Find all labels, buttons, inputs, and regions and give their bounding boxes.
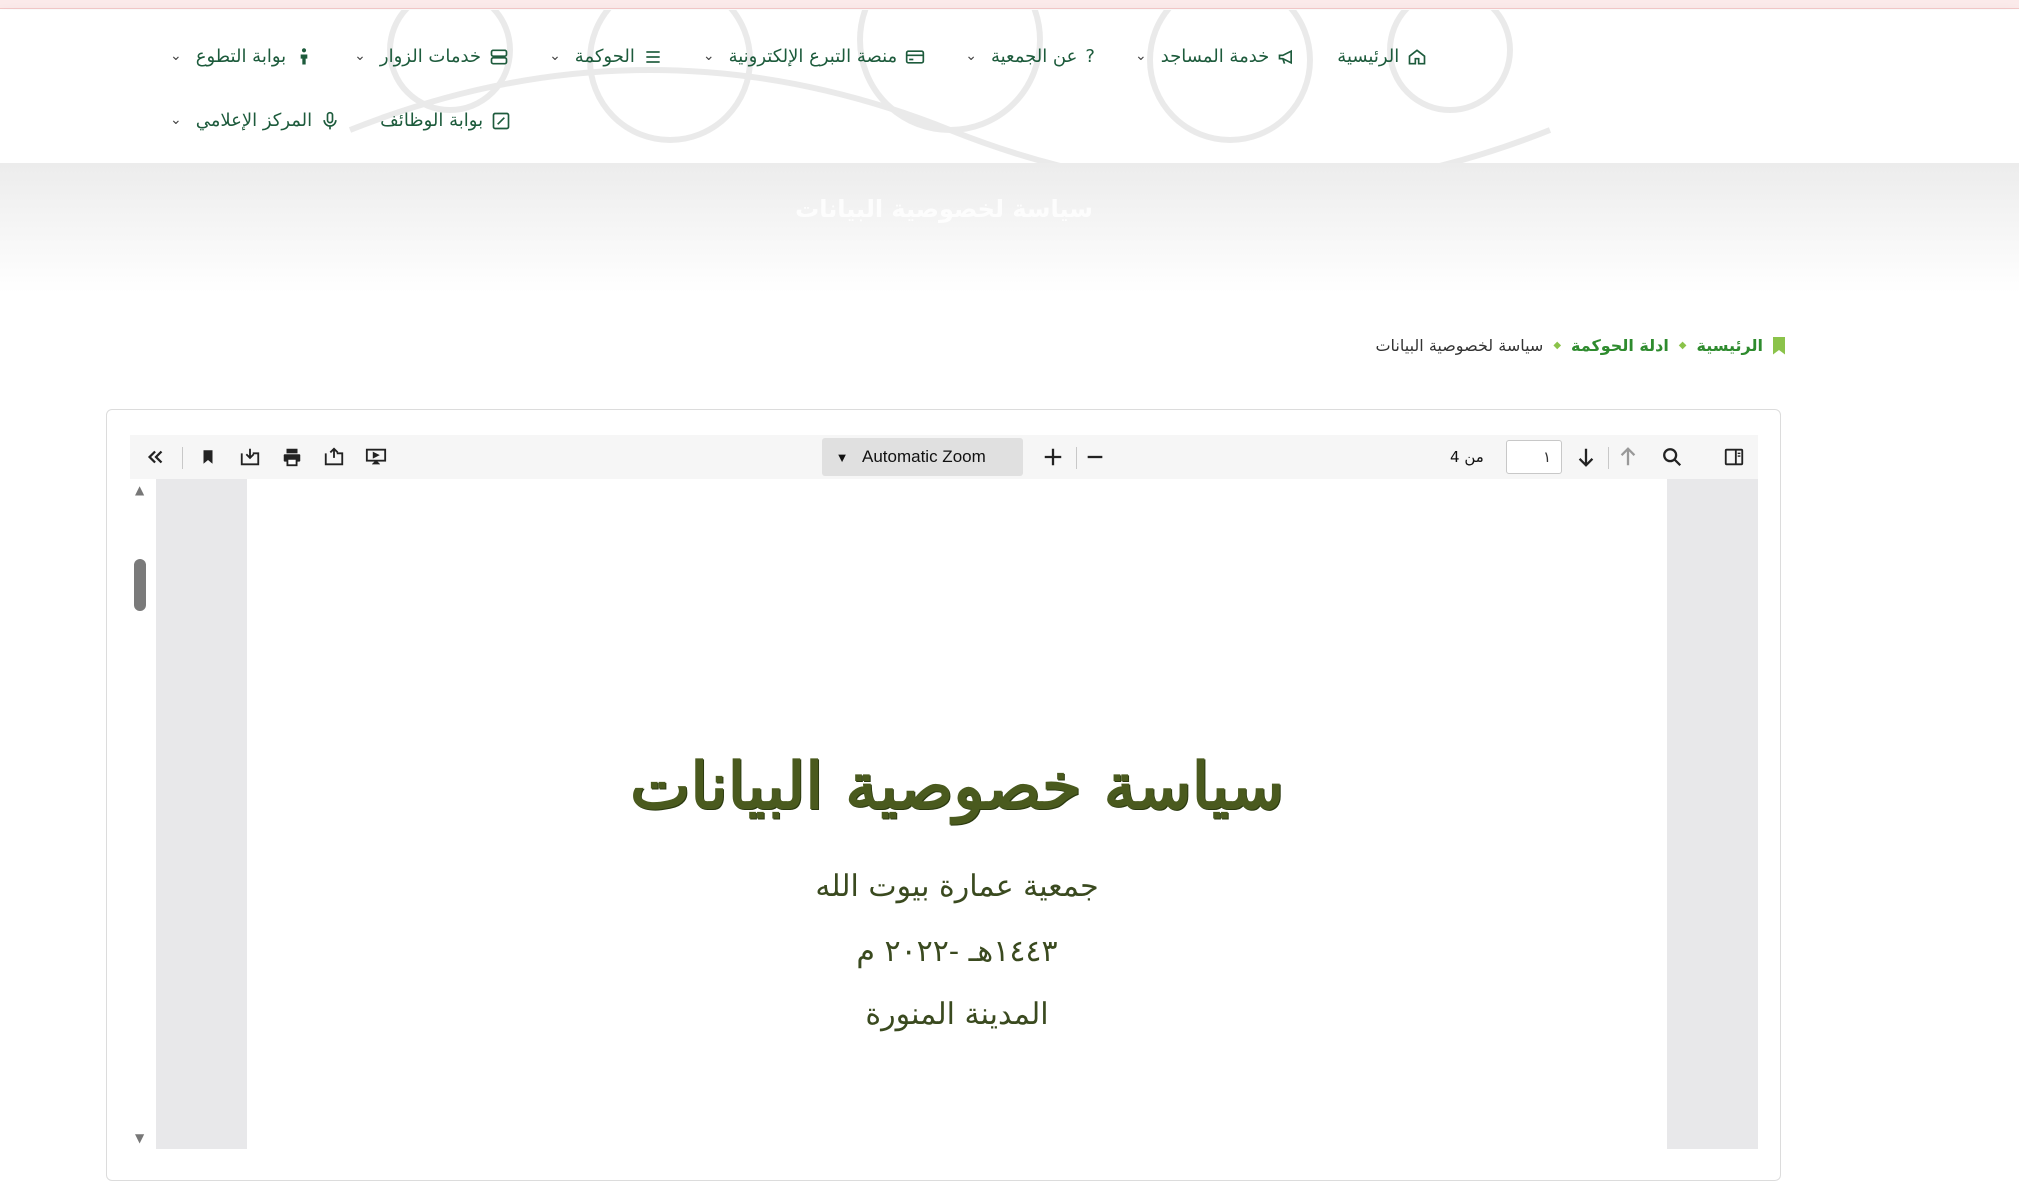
nav-item-governance[interactable]: الحوكمة ⌄ [549,38,663,75]
chevron-down-icon: ⌄ [354,47,366,64]
vertical-scrollbar[interactable]: ▲ ▼ [130,479,156,1149]
nav-item-label: الرئيسية [1337,46,1400,67]
document-title: سياسة خصوصية البيانات [630,749,1284,824]
pdf-viewer: ▼ Automatic Zoom من 4 ▲ ▼ [106,409,1781,1181]
download-icon[interactable] [234,441,266,473]
toolbar-separator [182,447,183,469]
presentation-mode-icon[interactable] [360,441,392,473]
chevron-down-icon: ⌄ [1134,47,1147,64]
main-nav-row-1: الرئيسية خدمة المساجد ⌄ ? عن الجمعية ⌄ م… [170,38,1426,75]
bookmark-flag-icon [1773,336,1785,355]
zoom-value: Automatic Zoom [862,447,986,466]
zoom-in-icon[interactable] [1037,441,1069,473]
home-icon [1408,48,1426,64]
breadcrumb-current: سياسة لخصوصية البيانات [1375,336,1544,355]
page-count-label: من 4 [1450,448,1484,466]
site-header: الرئيسية خدمة المساجد ⌄ ? عن الجمعية ⌄ م… [0,10,2019,163]
pdf-document-area[interactable]: ▲ ▼ سياسة خصوصية البيانات جمعية عمارة بي… [130,479,1758,1149]
chevron-down-icon: ⌄ [965,47,977,64]
nav-item-label: بوابة التطوع [195,46,287,67]
breadcrumb-separator: ◆ [1678,340,1687,351]
page-title: سياسة لخصوصية البيانات [795,195,1093,223]
nav-item-donation-platform[interactable]: منصة التبرع الإلكترونية ⌄ [703,38,925,75]
main-nav-row-2: بوابة الوظائف المركز الإعلامي ⌄ [170,102,1400,139]
search-icon[interactable] [1656,441,1688,473]
page-hero: سياسة لخصوصية البيانات [0,163,2019,293]
header-ornament [348,10,1552,163]
top-border-strip [0,0,2019,9]
nav-item-volunteer-portal[interactable]: بوابة التطوع ⌄ [170,38,314,75]
nav-item-label: منصة التبرع الإلكترونية [728,46,898,67]
nav-item-about[interactable]: ? عن الجمعية ⌄ [965,38,1095,75]
next-page-icon[interactable] [1570,441,1602,473]
chevron-down-icon: ⌄ [170,47,182,64]
sidebar-toggle-icon[interactable] [1718,441,1750,473]
nav-item-label: خدمة المساجد [1160,46,1270,67]
nav-item-label: المركز الإعلامي [195,110,313,131]
credit-card-icon [906,49,925,64]
toolbar-separator [1608,447,1609,469]
nav-item-visitor-services[interactable]: خدمات الزوار ⌄ [354,38,509,75]
edit-box-icon [492,112,510,129]
nav-item-home[interactable]: الرئيسية [1337,38,1427,75]
nav-item-mosque-service[interactable]: خدمة المساجد ⌄ [1135,38,1297,75]
chevron-down-icon: ⌄ [702,47,715,64]
tools-icon[interactable] [140,441,172,473]
nav-item-label: الحوكمة [574,46,635,67]
microphone-icon [323,111,337,129]
chevron-down-icon: ⌄ [549,47,561,64]
nav-item-jobs-portal[interactable]: بوابة الوظائف [380,102,511,139]
question-icon: ? [1085,46,1095,67]
nav-item-label: خدمات الزوار [379,46,482,67]
chevron-down-icon: ⌄ [170,111,182,128]
pdf-page: سياسة خصوصية البيانات جمعية عمارة بيوت ا… [247,479,1667,1149]
nav-item-label: بوابة الوظائف [380,110,484,131]
previous-page-icon[interactable] [1612,441,1644,473]
bookmark-icon[interactable] [192,441,224,473]
scroll-down-arrow-icon[interactable]: ▼ [135,1131,144,1145]
zoom-out-icon[interactable] [1079,441,1111,473]
document-date: ١٤٤٣هـ -٢٠٢٢ م [856,934,1058,969]
person-icon [300,47,308,64]
zoom-select[interactable]: ▼ Automatic Zoom [822,438,1023,476]
document-organization: جمعية عمارة بيوت الله [815,869,1099,904]
chevron-down-icon: ▼ [835,449,849,465]
toolbar-separator [1076,447,1077,469]
megaphone-icon [1278,49,1293,64]
open-file-icon[interactable] [318,441,350,473]
breadcrumb-parent-link[interactable]: ادلة الحوكمة [1571,336,1669,355]
nav-item-label: عن الجمعية [990,46,1078,67]
server-icon [490,49,508,64]
breadcrumb-home-link[interactable]: الرئيسية [1697,336,1764,355]
pdf-toolbar: ▼ Automatic Zoom من 4 [130,435,1758,479]
scrollbar-thumb[interactable] [134,559,146,611]
breadcrumb: الرئيسية ◆ ادلة الحوكمة ◆ سياسة لخصوصية … [1375,336,1785,355]
print-icon[interactable] [276,441,308,473]
nav-item-media-center[interactable]: المركز الإعلامي ⌄ [170,102,340,139]
list-icon [646,50,660,63]
scroll-up-arrow-icon[interactable]: ▲ [135,483,144,497]
page-number-input[interactable] [1506,440,1562,474]
breadcrumb-separator: ◆ [1553,340,1562,351]
document-city: المدينة المنورة [865,997,1049,1032]
